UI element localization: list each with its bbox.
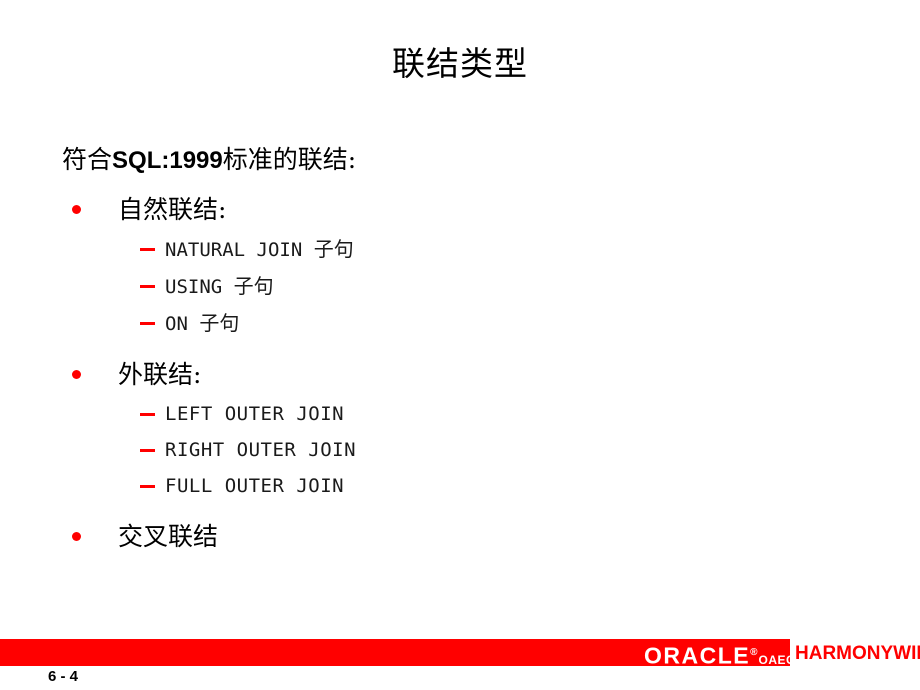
dash-marker-icon <box>140 449 155 452</box>
sub-bullet-cjk: 子句 <box>233 274 274 298</box>
dash-marker-icon <box>140 248 155 251</box>
bullet-item: 外联结: <box>72 358 860 392</box>
bullet-label: 外联结: <box>118 360 202 389</box>
page-number: 6 - 4 <box>48 668 79 685</box>
sub-bullet-code: USING <box>165 276 234 298</box>
sub-bullet-label: ON 子句 <box>165 309 239 338</box>
bullet-dot-icon <box>72 370 81 379</box>
sub-bullet-label: LEFT OUTER JOIN <box>165 403 345 425</box>
sub-bullet-item: RIGHT OUTER JOIN <box>140 436 860 464</box>
lead-line-standard: SQL:1999 <box>112 147 223 174</box>
lead-line: 符合SQL:1999标准的联结: <box>62 144 860 177</box>
sub-bullet-item: USING 子句 <box>140 272 860 301</box>
page-title: 联结类型 <box>392 44 528 83</box>
sub-bullet-item: ON 子句 <box>140 309 860 338</box>
dash-marker-icon <box>140 285 155 288</box>
sub-bullet-label: NATURAL JOIN 子句 <box>165 235 354 264</box>
lead-line-suffix: 标准的联结: <box>222 145 357 174</box>
sub-bullet-item: NATURAL JOIN 子句 <box>140 235 860 264</box>
sub-bullet-item: LEFT OUTER JOIN <box>140 400 860 428</box>
bullet-dot-icon <box>72 205 81 214</box>
sub-bullet-code: ON <box>165 313 200 335</box>
oracle-wordmark: ORACLE <box>644 642 751 669</box>
bullet-dot-icon <box>72 532 81 541</box>
sub-bullet-cjk: 子句 <box>313 237 354 261</box>
sub-bullet-label: RIGHT OUTER JOIN <box>165 439 357 461</box>
dash-marker-icon <box>140 485 155 488</box>
bullet-label: 交叉联结 <box>118 522 219 551</box>
sub-bullet-code: NATURAL JOIN <box>165 239 314 261</box>
sub-bullet-item: FULL OUTER JOIN <box>140 472 860 500</box>
oracle-logo: ORACLE®OAEC <box>644 641 796 667</box>
bullet-label: 自然联结: <box>118 195 227 224</box>
lead-line-prefix: 符合 <box>62 145 113 174</box>
bullet-item: 交叉联结 <box>72 520 860 554</box>
bullet-item: 自然联结: <box>72 193 860 227</box>
dash-marker-icon <box>140 322 155 325</box>
partner-logo: HARMONYWIN <box>795 643 920 664</box>
dash-marker-icon <box>140 413 155 416</box>
slide-canvas: 联结类型 符合SQL:1999标准的联结: 自然联结: NATURAL JOIN… <box>0 0 920 690</box>
slide-body: 符合SQL:1999标准的联结: 自然联结: NATURAL JOIN 子句 U… <box>0 144 860 554</box>
sub-bullet-cjk: 子句 <box>199 311 240 335</box>
sub-bullet-label: FULL OUTER JOIN <box>165 475 345 497</box>
registered-trademark-icon: ® <box>750 647 758 658</box>
sub-bullet-label: USING 子句 <box>165 272 274 301</box>
oracle-suffix: OAEC <box>758 652 796 667</box>
